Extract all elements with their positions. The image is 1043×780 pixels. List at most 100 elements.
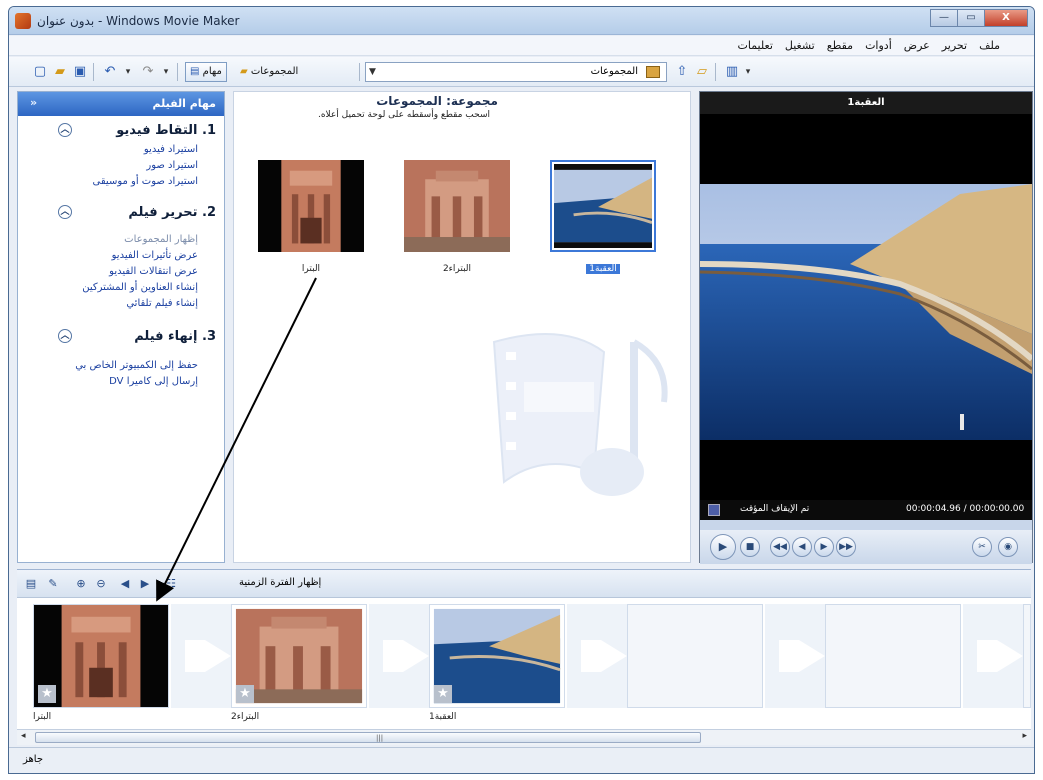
storyboard-cell-petra2[interactable]: ★: [231, 604, 367, 708]
menu-edit[interactable]: تحرير: [936, 36, 973, 55]
maximize-button[interactable]: ▭: [957, 9, 985, 27]
movie-maker-app-icon[interactable]: [15, 13, 31, 29]
menu-help[interactable]: تعليمات: [731, 36, 778, 55]
playback-time: 00:00:04.96 / 00:00:00.00: [906, 504, 1025, 514]
task-import-pictures[interactable]: استيراد صور: [26, 158, 216, 174]
play-icon[interactable]: ▶: [710, 534, 736, 560]
edit-movie-section: 2. تحرير فيلم ︿ إظهار المجموعات عرض تأثي…: [18, 198, 224, 312]
video-effect-star-icon[interactable]: ★: [38, 685, 56, 703]
zoom-in-icon[interactable]: ⊕: [73, 576, 89, 592]
storyboard-cell-petra[interactable]: ★: [33, 604, 169, 708]
collection-pane: مجموعة: المجموعات اسحب مقطع وأسقطه على ل…: [233, 91, 691, 563]
transition-slot[interactable]: [765, 604, 825, 708]
new-collection-folder-icon[interactable]: ▱: [693, 63, 711, 81]
collapse-icon[interactable]: ︿: [58, 205, 72, 219]
clip-label[interactable]: العقبة1: [550, 264, 656, 274]
storyboard-scrollbar[interactable]: ◂ ||| ▸: [17, 729, 1031, 745]
clip-label[interactable]: البتراء2: [404, 264, 510, 274]
collections-folder-icon: ▰: [240, 66, 248, 77]
fullscreen-icon[interactable]: [708, 504, 720, 516]
video-effect-star-icon[interactable]: ★: [434, 685, 452, 703]
play-storyboard-icon[interactable]: ▶: [137, 576, 153, 592]
aqaba-thumbnail: [554, 164, 653, 248]
transition-slot[interactable]: [369, 604, 429, 708]
previous-frame-icon[interactable]: ◀◀: [770, 537, 790, 557]
film-music-watermark-icon: [492, 333, 668, 496]
scroll-right-icon[interactable]: ▸: [1022, 731, 1027, 741]
open-project-icon[interactable]: ▰: [51, 63, 69, 81]
task-view-video-transitions[interactable]: عرض انتقالات الفيديو: [26, 264, 216, 280]
collapse-icon[interactable]: ︿: [58, 123, 72, 137]
section-heading[interactable]: 2. تحرير فيلم ︿: [26, 202, 216, 224]
task-make-automovie[interactable]: إنشاء فيلم تلقائي: [26, 296, 216, 312]
capture-video-section: 1. التقاط فيديو ︿ استيراد فيديو استيراد …: [18, 116, 224, 190]
section-heading[interactable]: 3. إنهاء فيلم ︿: [26, 326, 216, 348]
menu-view[interactable]: عرض: [898, 36, 936, 55]
preview-status-bar: 00:00:04.96 / 00:00:00.00 تم الإيقاف الم…: [700, 500, 1032, 520]
transition-slot[interactable]: [171, 604, 231, 708]
chevron-down-icon[interactable]: ▼: [369, 63, 376, 81]
close-button[interactable]: X: [984, 9, 1028, 27]
section-heading[interactable]: 1. التقاط فيديو ︿: [26, 120, 216, 142]
save-project-icon[interactable]: ▣: [71, 63, 89, 81]
minimize-button[interactable]: —: [930, 9, 958, 27]
take-picture-icon[interactable]: ◉: [998, 537, 1018, 557]
menu-file[interactable]: ملف: [973, 36, 1006, 55]
task-import-audio[interactable]: استيراد صوت أو موسيقى: [26, 174, 216, 190]
storyboard-cell-aqaba1[interactable]: ★: [429, 604, 565, 708]
split-clip-icon[interactable]: ✂: [972, 537, 992, 557]
seek-bar[interactable]: [700, 520, 1032, 530]
storyboard-cell-empty[interactable]: [627, 604, 763, 708]
video-effect-star-icon[interactable]: ★: [236, 685, 254, 703]
back-icon[interactable]: ◀: [792, 537, 812, 557]
menu-tools[interactable]: أدوات: [859, 36, 898, 55]
collapse-pane-icon[interactable]: «: [30, 96, 37, 109]
forward-icon[interactable]: ▶: [814, 537, 834, 557]
show-timeline-icon[interactable]: ☷: [163, 576, 179, 592]
menu-clip[interactable]: مقطع: [821, 36, 859, 55]
next-frame-icon[interactable]: ▶▶: [836, 537, 856, 557]
redo-dropdown-icon[interactable]: ▾: [157, 63, 175, 81]
narrate-microphone-icon[interactable]: ✎: [45, 576, 61, 592]
tasks-pane-icon: ▤: [190, 66, 200, 77]
task-show-collections[interactable]: إظهار المجموعات: [26, 232, 216, 248]
zoom-out-icon[interactable]: ⊖: [93, 576, 109, 592]
new-project-icon[interactable]: ▢: [31, 63, 49, 81]
redo-icon[interactable]: ↷: [139, 63, 157, 81]
petra-thumbnail: [258, 160, 364, 252]
task-save-to-computer[interactable]: حفظ إلى الكمبيوتر الخاص بي: [26, 358, 216, 374]
up-level-icon[interactable]: ⇧: [673, 63, 691, 81]
collections-toggle-label: المجموعات: [250, 66, 299, 77]
task-import-video[interactable]: استيراد فيديو: [26, 142, 216, 158]
clip-label[interactable]: البترا: [258, 264, 364, 274]
collections-dropdown[interactable]: المجموعات ▼: [365, 62, 667, 82]
storyboard-caption: البتراء2: [231, 712, 260, 722]
timeline-view-icon[interactable]: ▤: [23, 576, 39, 592]
undo-dropdown-icon[interactable]: ▾: [119, 63, 137, 81]
transition-slot[interactable]: [963, 604, 1023, 708]
scroll-left-icon[interactable]: ◂: [21, 731, 26, 741]
task-send-to-dv-camera[interactable]: إرسال إلى كاميرا DV: [26, 374, 216, 390]
rewind-storyboard-icon[interactable]: ◀: [117, 576, 133, 592]
task-view-video-effects[interactable]: عرض تأثيرات الفيديو: [26, 248, 216, 264]
menu-play[interactable]: تشغيل: [779, 36, 821, 55]
stop-icon[interactable]: ■: [740, 537, 760, 557]
views-dropdown-icon[interactable]: ▾: [739, 63, 757, 81]
show-timeline-label[interactable]: إظهار الفترة الزمنية: [239, 577, 321, 588]
storyboard-cell-empty[interactable]: [825, 604, 961, 708]
clip-petra[interactable]: [258, 160, 364, 252]
storyboard-caption: البترا: [33, 712, 52, 722]
collapse-icon[interactable]: ︿: [58, 329, 72, 343]
collections-folder-icon: [646, 66, 660, 78]
storyboard-cell-empty[interactable]: [1023, 604, 1031, 708]
transition-slot[interactable]: [567, 604, 627, 708]
clip-aqaba1[interactable]: [550, 160, 656, 252]
collections-dropdown-value: المجموعات: [590, 66, 638, 77]
undo-icon[interactable]: ↶: [101, 63, 119, 81]
scrollbar-thumb[interactable]: |||: [35, 732, 701, 743]
tasks-toggle-button[interactable]: ▤ مهام: [185, 62, 227, 82]
task-make-titles-credits[interactable]: إنشاء العناوين أو المشتركين: [26, 280, 216, 296]
clip-petra2[interactable]: [404, 160, 510, 252]
collections-toggle-button[interactable]: ▰ المجموعات: [235, 62, 303, 82]
storyboard-toolbar: ▤ ✎ ⊕ ⊖ ◀ ▶ ☷ إظهار الفترة الزمنية: [17, 569, 1031, 597]
